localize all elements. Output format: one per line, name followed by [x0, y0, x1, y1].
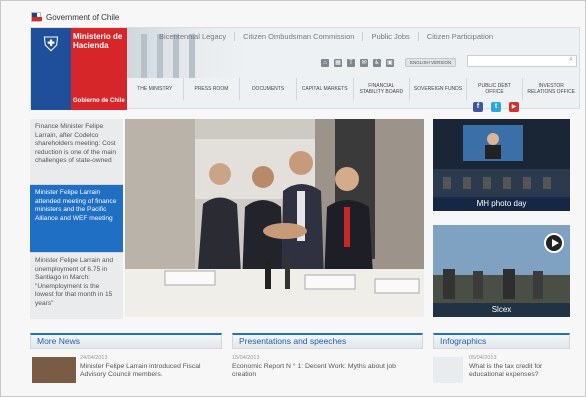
nav-the-ministry[interactable]: THE MINISTRY — [127, 78, 184, 100]
photo-caption: MH photo day — [433, 197, 570, 211]
government-link[interactable]: Government of Chile — [46, 13, 119, 22]
twitter-icon[interactable]: t — [491, 102, 501, 112]
text-size-icon[interactable]: T — [347, 58, 355, 67]
news-link[interactable]: Minister Felipe Larrain introduced Fisca… — [80, 363, 220, 379]
top-nav-ombudsman[interactable]: Citizen Ombudsman Commission — [234, 32, 362, 41]
infographic-date: 05/04/2013 — [469, 355, 497, 361]
nav-press-room[interactable]: PRESS ROOM — [184, 78, 241, 100]
toolbar: ⌂ ▦ T ✉ ♿ ▣ ENGLISH VERSION — [321, 58, 457, 67]
presentation-link[interactable]: Economic Report N ° 1: Decent Work: Myth… — [232, 363, 417, 379]
top-nav-bicentennial[interactable]: Bicentennial Legacy — [151, 32, 234, 41]
print-icon[interactable]: ▣ — [386, 58, 394, 67]
top-nav-public-jobs[interactable]: Public Jobs — [362, 32, 417, 41]
search-icon[interactable]: ⌕ — [569, 56, 573, 64]
government-label: Gobierno de Chile — [73, 98, 125, 104]
news-thumbnail[interactable] — [32, 357, 76, 383]
accessibility-icon[interactable]: ♿ — [373, 58, 381, 67]
nav-documents[interactable]: DOCUMENTS — [240, 78, 297, 100]
nav-sovereign-funds[interactable]: SOVEREIGN FUNDS — [410, 78, 467, 100]
video-caption: Slcex — [433, 303, 570, 317]
english-version-button[interactable]: ENGLISH VERSION — [405, 58, 457, 67]
home-icon[interactable]: ⌂ — [321, 58, 329, 67]
youtube-icon[interactable]: ▶ — [509, 102, 519, 112]
ministers-handshake-image — [125, 119, 424, 317]
presentations-section: Presentations and speeches 15/04/2013 Ec… — [232, 333, 423, 393]
top-navigation: Bicentennial Legacy Citizen Ombudsman Co… — [151, 32, 501, 41]
nav-financial-stability-board[interactable]: FINANCIAL STABILITY BOARD — [354, 78, 411, 100]
more-news-title[interactable]: More News — [30, 333, 222, 349]
search-input[interactable]: ⌕ — [467, 55, 577, 67]
headline-item[interactable]: Minister Felipe Larrain and unemployment… — [30, 252, 123, 319]
presentations-title[interactable]: Presentations and speeches — [232, 333, 423, 349]
nav-capital-markets[interactable]: CAPITAL MARKETS — [297, 78, 354, 100]
ministry-name: Ministerio de Hacienda — [73, 32, 123, 50]
infographic-thumbnail[interactable] — [433, 357, 463, 383]
government-bar: Government of Chile — [31, 10, 119, 24]
play-icon[interactable] — [544, 233, 564, 253]
more-news-section: More News 24/04/2013 Minister Felipe Lar… — [30, 333, 222, 393]
browser-frame: Government of Chile ⛨ Ministerio de Haci… — [0, 0, 586, 397]
infographics-section: Infographics 05/04/2013 What is the tax … — [433, 333, 570, 393]
ministry-logo[interactable]: ⛨ Ministerio de Hacienda Gobierno de Chi… — [31, 28, 127, 110]
email-icon[interactable]: ✉ — [360, 58, 368, 67]
crest-icon: ⛨ — [43, 34, 59, 56]
video-player[interactable]: Slcex — [433, 225, 570, 317]
headline-list: Finance Minister Felipe Larrain, after C… — [30, 119, 123, 319]
nav-investor-relations[interactable]: INVESTOR RELATIONS OFFICE — [523, 78, 579, 100]
photo-of-the-day[interactable]: MH photo day — [433, 119, 570, 211]
infographic-link[interactable]: What is the tax credit for educational e… — [469, 363, 569, 379]
infographics-title[interactable]: Infographics — [433, 333, 570, 349]
top-nav-participation[interactable]: Citizen Participation — [417, 32, 501, 41]
main-navigation: THE MINISTRY PRESS ROOM DOCUMENTS CAPITA… — [127, 78, 579, 100]
news-date: 24/04/2013 — [80, 355, 108, 361]
site-header: ⛨ Ministerio de Hacienda Gobierno de Chi… — [30, 27, 580, 110]
sitemap-icon[interactable]: ▦ — [334, 58, 342, 67]
headline-item[interactable]: Finance Minister Felipe Larrain, after C… — [30, 119, 123, 184]
hero-photo[interactable] — [125, 119, 424, 317]
chile-flag-icon — [31, 12, 42, 22]
presentation-date: 15/04/2013 — [232, 355, 260, 361]
headline-item-active[interactable]: Minister Felipe Larrain attended meeting… — [30, 184, 123, 252]
facebook-icon[interactable]: f — [473, 102, 483, 112]
nav-public-debt-office[interactable]: PUBLIC DEBT OFFICE — [467, 78, 524, 100]
social-links: f t ▶ — [473, 102, 519, 112]
